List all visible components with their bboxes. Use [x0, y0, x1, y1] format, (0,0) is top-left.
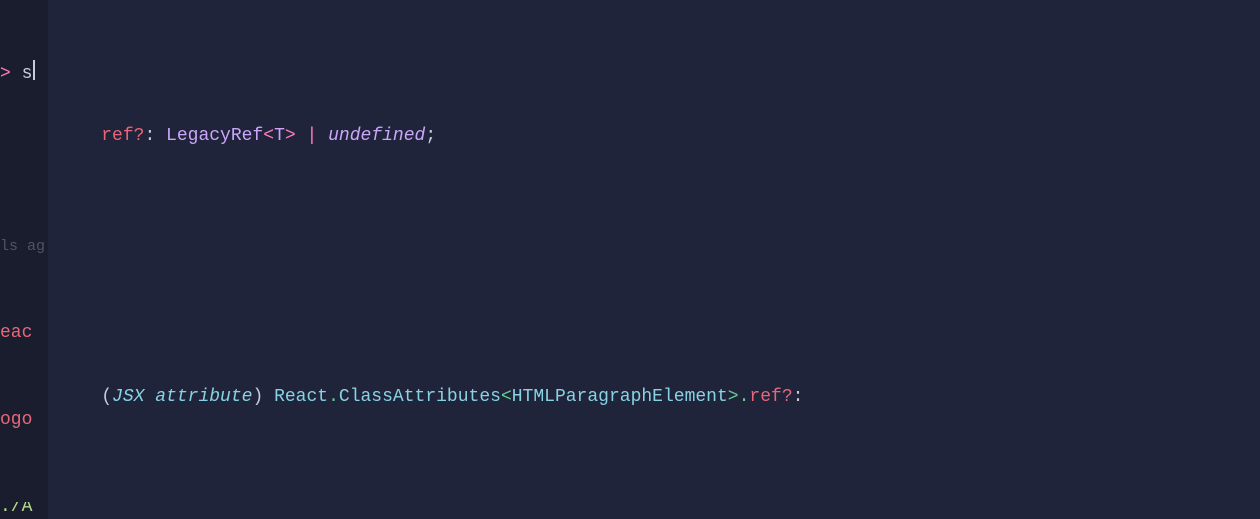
- editor-gutter: > s ls ag eac ogo ./A Ap myR ( cl ead <i…: [0, 0, 48, 519]
- gutter-row: eac: [0, 319, 48, 348]
- htmlparagraph-type: HTMLParagraphElement: [512, 387, 728, 407]
- tooltip-signature-line-1: (JSX attribute) React.ClassAttributes<HT…: [58, 354, 1250, 441]
- paren-open: (: [101, 387, 112, 407]
- optional-marker: ?: [134, 126, 145, 146]
- gutter-row: [0, 145, 48, 174]
- angle-close: >: [285, 126, 296, 146]
- prop-name: ref: [101, 126, 133, 146]
- react-namespace: React: [274, 387, 328, 407]
- paren-close: ): [252, 387, 274, 407]
- tooltip-blank-line: [58, 238, 1250, 267]
- angle-open: <: [263, 126, 274, 146]
- generic-close: >: [728, 387, 739, 407]
- type-param: T: [274, 126, 285, 146]
- semicolon: ;: [425, 126, 436, 146]
- pipe: |: [296, 126, 328, 146]
- colon: :: [793, 387, 804, 407]
- jsx-attribute-label: JSX attribute: [112, 387, 252, 407]
- dot: .: [328, 387, 339, 407]
- classattributes-type: ClassAttributes: [339, 387, 501, 407]
- type-legacyref: LegacyRef: [166, 126, 263, 146]
- hover-tooltip[interactable]: ref?: LegacyRef<T> | undefined; (JSX att…: [48, 0, 1260, 519]
- gutter-row: ls ag: [0, 232, 48, 261]
- dot: .: [739, 387, 750, 407]
- gutter-row: > s: [0, 58, 48, 87]
- generic-open: <: [501, 387, 512, 407]
- gutter-row: ogo: [0, 406, 48, 435]
- undefined-keyword: undefined: [328, 126, 425, 146]
- colon: :: [144, 126, 166, 146]
- ref-prop: ref?: [749, 387, 792, 407]
- tooltip-declaration-line: ref?: LegacyRef<T> | undefined;: [58, 93, 1250, 180]
